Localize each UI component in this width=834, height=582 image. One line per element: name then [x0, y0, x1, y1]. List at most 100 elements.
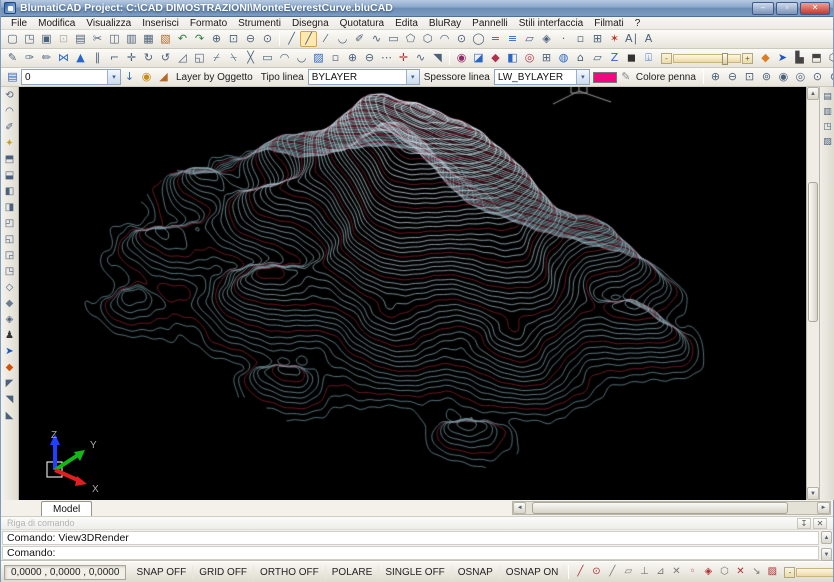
- sketch-icon[interactable]: ✎: [4, 50, 21, 66]
- osnap-polygon-icon[interactable]: ⬡: [716, 564, 732, 580]
- measure-icon[interactable]: ⋯: [378, 50, 395, 66]
- slider-minus-button[interactable]: -: [784, 567, 795, 578]
- solid-box-icon[interactable]: ◼: [623, 50, 640, 66]
- slider-track[interactable]: [673, 54, 741, 63]
- drawing-canvas[interactable]: [19, 87, 806, 500]
- sleep-z-icon[interactable]: Z: [606, 50, 623, 66]
- equal-divide-icon[interactable]: =: [487, 31, 504, 47]
- region-icon[interactable]: ▱: [521, 31, 538, 47]
- layer-combo[interactable]: 0 ▾: [21, 69, 121, 85]
- area-corner-icon[interactable]: ▙: [791, 50, 808, 66]
- orbit-3d-icon[interactable]: ◎: [521, 50, 538, 66]
- status-toggle-osnap-on[interactable]: OSNAP ON: [500, 566, 566, 579]
- edit-block-icon[interactable]: ▧: [157, 31, 174, 47]
- pan-hand-icon[interactable]: ➤: [774, 50, 791, 66]
- copy-properties-icon[interactable]: ✑: [21, 50, 38, 66]
- pen-color-label[interactable]: Colore penna: [636, 72, 696, 83]
- line-2-points-icon[interactable]: ╱: [283, 31, 300, 47]
- minimize-button[interactable]: –: [752, 2, 774, 15]
- rotate-icon[interactable]: ↻: [140, 50, 157, 66]
- export-view-icon[interactable]: ◳: [821, 119, 834, 134]
- zoom-dynamic-icon[interactable]: ⊕: [208, 31, 225, 47]
- view-se-icon[interactable]: ◳: [2, 264, 18, 280]
- osnap-apparent-icon[interactable]: ✕: [732, 564, 748, 580]
- display-quality-slider[interactable]: - +: [661, 53, 753, 64]
- view-bottom-icon[interactable]: ⬓: [2, 168, 18, 184]
- undo-icon[interactable]: ↶: [174, 31, 191, 47]
- iso-ne-icon[interactable]: ◈: [2, 312, 18, 328]
- command-scrollbar[interactable]: ▲ ▼: [820, 530, 833, 562]
- osnap-tangent-icon[interactable]: ↘: [748, 564, 764, 580]
- command-input[interactable]: [58, 547, 814, 559]
- menu-item-filmati[interactable]: Filmati: [589, 18, 628, 29]
- menu-item-file[interactable]: File: [6, 18, 32, 29]
- scroll-up-icon[interactable]: ▲: [807, 87, 819, 100]
- save-icon[interactable]: ▣: [38, 31, 55, 47]
- status-toggle-osnap[interactable]: OSNAP: [452, 566, 500, 579]
- break-icon[interactable]: ╳: [242, 50, 259, 66]
- view-sw-icon[interactable]: ◲: [2, 248, 18, 264]
- menu-item-stili-interfaccia[interactable]: Stili interfaccia: [514, 18, 588, 29]
- zoom-in-icon[interactable]: ⊕: [707, 69, 724, 85]
- layer-on-icon[interactable]: ◉: [138, 69, 155, 85]
- corner-view-icon[interactable]: ◥: [429, 50, 446, 66]
- plan-view-icon[interactable]: ⊞: [538, 50, 555, 66]
- rectangle-icon[interactable]: ▭: [385, 31, 402, 47]
- fillet-icon[interactable]: ◠: [276, 50, 293, 66]
- effects-icon[interactable]: ✦: [2, 136, 18, 152]
- menu-item-pannelli[interactable]: Pannelli: [467, 18, 513, 29]
- text-edit-icon[interactable]: A∣: [623, 31, 640, 47]
- solid-fill-icon[interactable]: ◪: [470, 50, 487, 66]
- render-brush-icon[interactable]: ◆: [757, 50, 774, 66]
- status-toggle-grid-off[interactable]: GRID OFF: [193, 566, 254, 579]
- iso-sw-icon[interactable]: ◇: [2, 280, 18, 296]
- zoom-all-icon[interactable]: ⊙: [809, 69, 826, 85]
- scroll-down-icon[interactable]: ▼: [807, 487, 819, 500]
- construction-line-icon[interactable]: ⁄: [317, 31, 334, 47]
- menu-item-quotatura[interactable]: Quotatura: [335, 18, 389, 29]
- maximize-button[interactable]: ▫: [776, 2, 798, 15]
- sphere-icon[interactable]: ◍: [555, 50, 572, 66]
- paste-icon[interactable]: ▥: [123, 31, 140, 47]
- properties-panel-icon[interactable]: ▥: [821, 104, 834, 119]
- trim-icon[interactable]: ⌿: [208, 50, 225, 66]
- zoom-out-small-icon[interactable]: ⊖: [361, 50, 378, 66]
- hexagon-icon[interactable]: ⬡: [419, 31, 436, 47]
- zoom-out-icon[interactable]: ⊖: [242, 31, 259, 47]
- drawing-viewport[interactable]: Z Y X: [19, 87, 806, 500]
- edit-attributes-icon[interactable]: ✏: [38, 50, 55, 66]
- point-icon[interactable]: ·: [555, 31, 572, 47]
- scroll-up-icon[interactable]: ▲: [821, 531, 832, 544]
- layer-freeze-icon[interactable]: ↓: [121, 69, 138, 85]
- spline-edit-icon[interactable]: ∿: [412, 50, 429, 66]
- pin-icon[interactable]: ↧: [797, 518, 811, 529]
- chevron-down-icon[interactable]: ▾: [107, 70, 120, 84]
- horizontal-scroll-track[interactable]: [526, 502, 817, 514]
- insert-image-icon[interactable]: ▦: [140, 31, 157, 47]
- scale-block-icon[interactable]: ◿: [174, 50, 191, 66]
- redo-icon[interactable]: ↷: [191, 31, 208, 47]
- freehand-icon[interactable]: ✐: [2, 120, 18, 136]
- insert-block-icon[interactable]: ◱: [191, 50, 208, 66]
- status-toggle-ortho-off[interactable]: ORTHO OFF: [254, 566, 326, 579]
- rotate-3d-icon[interactable]: ↺: [157, 50, 174, 66]
- status-toggle-single-off[interactable]: SINGLE OFF: [379, 566, 451, 579]
- iso-se-icon[interactable]: ◆: [2, 296, 18, 312]
- scroll-down-icon[interactable]: ▼: [821, 548, 832, 561]
- text-icon[interactable]: A: [640, 31, 657, 47]
- osnap-aperture-slider[interactable]: - +: [784, 567, 833, 578]
- mirror-icon[interactable]: ⋈: [55, 50, 72, 66]
- zoom-dynamic2-icon[interactable]: ⊚: [758, 69, 775, 85]
- pen-icon[interactable]: ✐: [351, 31, 368, 47]
- osnap-endpoint-icon[interactable]: ╱: [572, 564, 588, 580]
- vertical-scroll-thumb[interactable]: [808, 182, 818, 322]
- view-nw-icon[interactable]: ◱: [2, 232, 18, 248]
- circle-icon[interactable]: ⊙: [453, 31, 470, 47]
- layer-by-object-label[interactable]: Layer by Oggetto: [176, 72, 253, 83]
- osnap-node-icon[interactable]: ◦: [684, 564, 700, 580]
- menu-item-edita[interactable]: Edita: [390, 18, 423, 29]
- revolve-icon[interactable]: ◆: [487, 50, 504, 66]
- view-top-icon[interactable]: ⬒: [2, 152, 18, 168]
- slider-track[interactable]: [796, 568, 833, 577]
- copy-icon[interactable]: ◫: [106, 31, 123, 47]
